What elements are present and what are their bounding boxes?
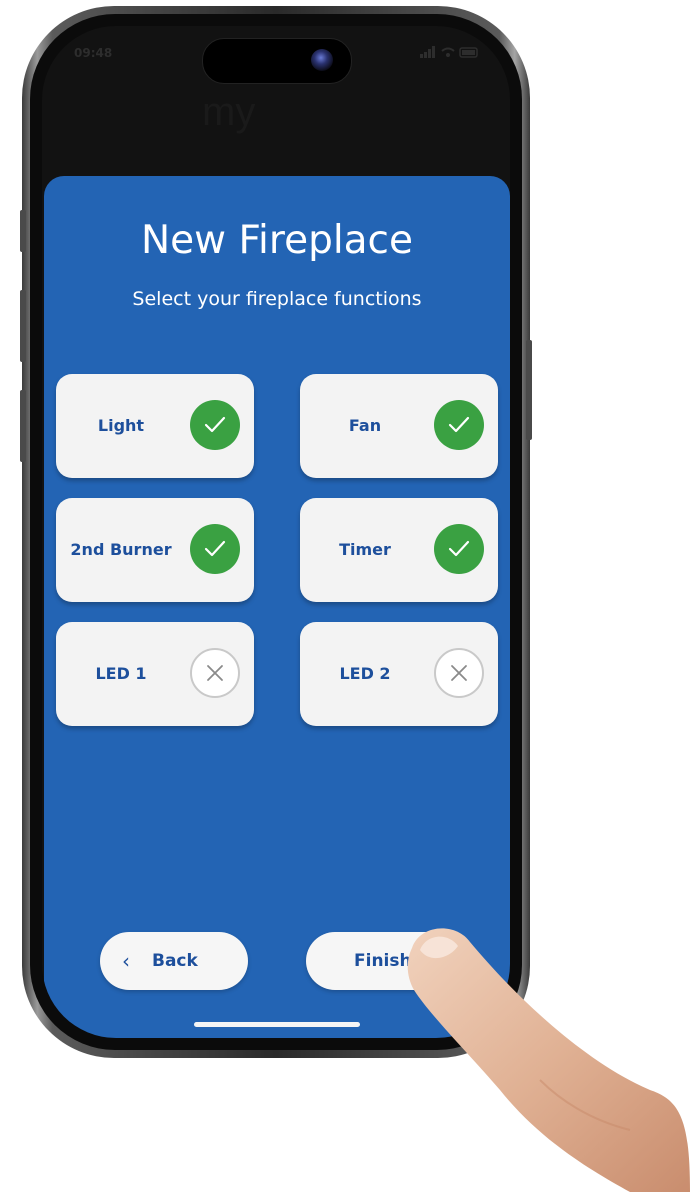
front-camera [311,49,333,71]
pointing-finger-image [407,928,690,1192]
phone-screen: 09:48 my New Fireplace Select your firep… [42,26,510,1038]
function-toggle-light[interactable] [190,400,240,450]
function-toggle-2nd-burner[interactable] [190,524,240,574]
function-label: Timer [339,540,391,559]
check-icon [448,540,470,557]
chevron-left-icon: ‹ [122,949,130,973]
function-label: LED 2 [339,664,391,683]
stage: 09:48 my New Fireplace Select your firep… [0,0,690,1192]
close-icon [451,665,467,681]
page-title: New Fireplace [141,218,413,263]
function-card-2nd-burner[interactable]: 2nd Burner [56,498,254,602]
function-toggle-led-1[interactable] [190,648,240,698]
power-button [526,340,532,440]
function-card-led-1[interactable]: LED 1 [56,622,254,726]
function-label: Fan [348,416,382,435]
check-icon [448,416,470,433]
setup-sheet: New Fireplace Select your fireplace func… [44,176,510,1038]
check-icon [204,540,226,557]
function-card-led-2[interactable]: LED 2 [300,622,498,726]
close-icon [207,665,223,681]
back-button-label: Back [152,951,198,971]
dynamic-island [202,38,352,84]
check-icon [204,416,226,433]
function-card-fan[interactable]: Fan [300,374,498,478]
function-card-timer[interactable]: Timer [300,498,498,602]
function-label: LED 1 [95,664,147,683]
back-button[interactable]: ‹ Back [100,932,248,990]
status-icons [420,46,480,61]
function-toggle-timer[interactable] [434,524,484,574]
function-card-light[interactable]: Light [56,374,254,478]
action-button [20,210,26,252]
page-subtitle: Select your fireplace functions [132,288,422,310]
volume-down-button [20,390,26,462]
signal-wifi-battery-icon [420,46,478,58]
function-toggle-led-2[interactable] [434,648,484,698]
home-indicator[interactable] [194,1022,360,1027]
status-time: 09:48 [74,46,113,60]
function-label: Light [97,416,145,435]
background-logo: my [202,90,256,134]
function-toggle-fan[interactable] [434,400,484,450]
function-label: 2nd Burner [70,540,172,559]
volume-up-button [20,290,26,362]
